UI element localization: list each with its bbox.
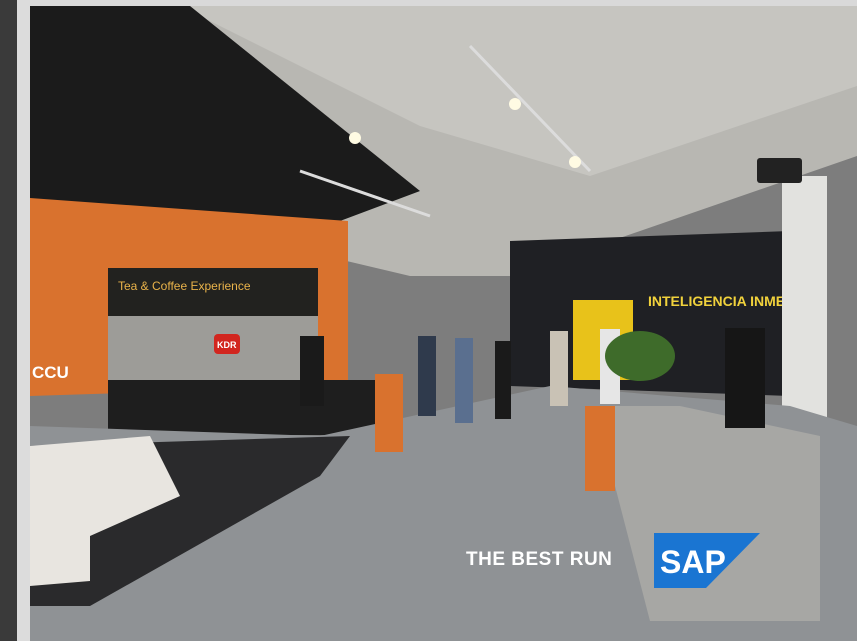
tagline-text: THE BEST RUN [466, 549, 613, 570]
adjacent-photo-edge [0, 0, 17, 641]
desk-orange-trim [585, 406, 615, 491]
orange-high-table [375, 374, 403, 452]
potted-plant [605, 331, 675, 381]
red-badge-text: KDR [217, 340, 237, 350]
wall-speaker [757, 158, 802, 183]
screenshot-frame: INTELIGENCIA INMERSIVA Tea & Coffee Expe… [0, 0, 857, 641]
counter-sign-text: Tea & Coffee Experience [118, 279, 251, 293]
coffee-counter [108, 380, 378, 435]
concrete-pillar [782, 176, 827, 426]
track-light-3 [569, 156, 581, 168]
sap-logo-text: SAP [660, 544, 726, 580]
stone-backsplash [108, 316, 318, 386]
track-light-1 [349, 132, 361, 144]
track-light-2 [509, 98, 521, 110]
photo-gutter [17, 0, 30, 641]
sap-logo: SAP [654, 533, 760, 588]
ccu-wall-logo: CCU [32, 363, 69, 382]
